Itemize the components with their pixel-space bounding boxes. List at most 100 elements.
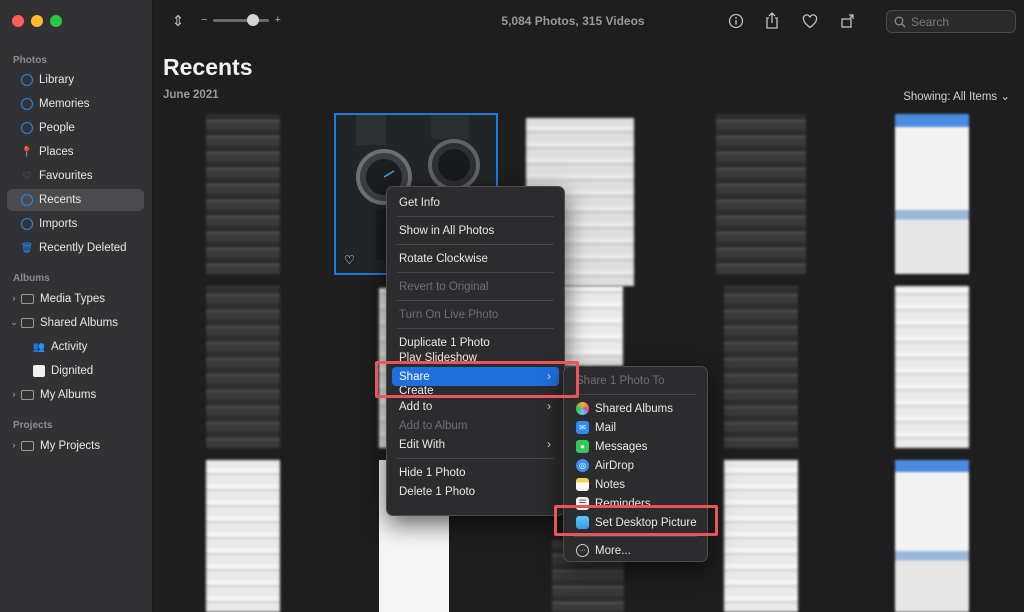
sidebar-item-recents[interactable]: Recents bbox=[7, 189, 144, 211]
sidebar-section-albums: Albums bbox=[13, 273, 50, 284]
menu-item-duplicate[interactable]: Duplicate 1 Photo bbox=[392, 333, 559, 352]
info-icon[interactable] bbox=[727, 12, 745, 30]
import-icon bbox=[21, 218, 33, 230]
context-menu: Get Info Show in All Photos Rotate Clock… bbox=[386, 186, 565, 516]
menu-separator bbox=[397, 300, 554, 301]
menu-item-label: Add to bbox=[399, 400, 433, 413]
photo-thumbnail[interactable] bbox=[716, 114, 806, 274]
photo-thumbnail[interactable] bbox=[563, 286, 623, 366]
sidebar-item-people[interactable]: People bbox=[7, 117, 144, 139]
share-icon[interactable] bbox=[763, 12, 781, 30]
sidebar-item-library[interactable]: Library bbox=[7, 69, 144, 91]
zoom-slider[interactable]: − + bbox=[201, 13, 281, 27]
share-item-label: More... bbox=[595, 544, 631, 557]
close-window-button[interactable] bbox=[12, 15, 24, 27]
share-submenu-header: Share 1 Photo To bbox=[576, 374, 665, 387]
menu-item-add-to[interactable]: Add to › bbox=[392, 397, 559, 416]
sidebar-item-label: Shared Albums bbox=[40, 317, 118, 329]
menu-item-delete[interactable]: Delete 1 Photo bbox=[392, 482, 559, 501]
sidebar-item-memories[interactable]: Memories bbox=[7, 93, 144, 115]
photo-thumbnail[interactable] bbox=[895, 286, 969, 448]
chevron-right-icon: › bbox=[547, 437, 551, 451]
menu-item-show-in-all-photos[interactable]: Show in All Photos bbox=[392, 221, 559, 240]
zoom-minus[interactable]: − bbox=[201, 14, 207, 26]
memories-icon bbox=[21, 98, 33, 110]
sidebar-item-shared-albums[interactable]: Shared Albums bbox=[7, 312, 144, 334]
share-item-notes[interactable]: Notes bbox=[569, 475, 702, 494]
chevron-right-icon: › bbox=[547, 399, 551, 413]
search-input[interactable]: Search bbox=[886, 10, 1016, 33]
share-item-messages[interactable]: ● Messages bbox=[569, 437, 702, 456]
menu-separator bbox=[397, 216, 554, 217]
share-item-label: Notes bbox=[595, 478, 626, 491]
sidebar-item-label: Activity bbox=[51, 341, 88, 353]
rotate-icon[interactable] bbox=[839, 12, 857, 30]
share-item-airdrop[interactable]: ◎ AirDrop bbox=[569, 456, 702, 475]
photos-icon bbox=[21, 74, 33, 86]
heart-icon: ♡ bbox=[22, 170, 32, 182]
shared-albums-icon bbox=[576, 402, 589, 415]
library-count: 5,084 Photos, 315 Videos bbox=[501, 14, 645, 28]
share-item-more[interactable]: ··· More... bbox=[569, 541, 702, 560]
zoom-plus[interactable]: + bbox=[275, 14, 281, 26]
clock-icon bbox=[21, 194, 33, 206]
menu-item-get-info[interactable]: Get Info bbox=[392, 193, 559, 212]
showing-filter[interactable]: Showing: All Items ⌄ bbox=[903, 89, 1010, 103]
toolbar: ⇕ − + 5,084 Photos, 315 Videos Search bbox=[153, 0, 1024, 44]
photo-thumbnail[interactable] bbox=[895, 460, 969, 612]
sidebar-item-label: Dignited bbox=[51, 365, 94, 377]
sidebar-item-label: Favourites bbox=[39, 170, 93, 182]
minimize-window-button[interactable] bbox=[31, 15, 43, 27]
fit-size-icon[interactable]: ⇕ bbox=[169, 12, 187, 30]
zoom-track[interactable] bbox=[213, 13, 269, 26]
page-title: Recents bbox=[163, 54, 253, 80]
mail-icon: ✉ bbox=[576, 421, 589, 434]
folder-icon bbox=[21, 294, 34, 304]
menu-separator bbox=[574, 394, 697, 395]
sidebar-item-imports[interactable]: Imports bbox=[7, 213, 144, 235]
chevron-down-icon: ⌄ bbox=[1000, 91, 1010, 103]
sidebar-item-dignited[interactable]: Dignited bbox=[7, 360, 144, 382]
sidebar-item-places[interactable]: 📍 Places bbox=[7, 141, 144, 163]
menu-item-hide[interactable]: Hide 1 Photo bbox=[392, 463, 559, 482]
sidebar-item-label: My Albums bbox=[40, 389, 97, 401]
menu-item-rotate-clockwise[interactable]: Rotate Clockwise bbox=[392, 249, 559, 268]
menu-item-label: Edit With bbox=[399, 438, 446, 451]
folder-icon bbox=[21, 318, 34, 328]
photo-thumbnail[interactable] bbox=[724, 460, 798, 612]
share-item-label: Messages bbox=[595, 440, 648, 453]
photo-thumbnail[interactable] bbox=[724, 286, 798, 448]
photo-thumbnail[interactable] bbox=[206, 460, 280, 612]
folder-icon bbox=[21, 441, 34, 451]
share-item-label: AirDrop bbox=[595, 459, 634, 472]
menu-item-add-to-album: Add to Album bbox=[399, 419, 468, 432]
heart-icon[interactable] bbox=[801, 12, 819, 30]
zoom-knob[interactable] bbox=[246, 13, 259, 26]
share-item-shared-albums[interactable]: Shared Albums bbox=[569, 399, 702, 418]
people-icon: 👥 bbox=[32, 341, 46, 353]
menu-item-edit-with[interactable]: Edit With › bbox=[392, 435, 559, 454]
sidebar-item-my-albums[interactable]: My Albums bbox=[7, 384, 144, 406]
highlight-box-share bbox=[375, 361, 579, 398]
sidebar-item-media-types[interactable]: Media Types bbox=[7, 288, 144, 310]
sidebar-item-activity[interactable]: 👥 Activity bbox=[7, 336, 144, 358]
menu-separator bbox=[397, 244, 554, 245]
sidebar-item-my-projects[interactable]: My Projects bbox=[7, 435, 144, 457]
airdrop-icon: ◎ bbox=[576, 459, 589, 472]
search-icon bbox=[894, 16, 906, 27]
more-icon: ··· bbox=[576, 544, 589, 557]
photo-thumbnail[interactable] bbox=[895, 114, 969, 274]
sidebar-item-label: Imports bbox=[39, 218, 78, 230]
menu-item-turn-on-live-photo: Turn On Live Photo bbox=[399, 308, 499, 321]
favourite-heart-icon[interactable]: ♡ bbox=[344, 253, 355, 267]
sidebar-item-favourites[interactable]: ♡ Favourites bbox=[7, 165, 144, 187]
folder-icon bbox=[21, 390, 34, 400]
share-item-mail[interactable]: ✉ Mail bbox=[569, 418, 702, 437]
sidebar-item-label: Recently Deleted bbox=[39, 242, 127, 254]
menu-separator bbox=[397, 458, 554, 459]
zoom-window-button[interactable] bbox=[50, 15, 62, 27]
sidebar-item-recently-deleted[interactable]: 🗑 Recently Deleted bbox=[7, 237, 144, 259]
photo-thumbnail[interactable] bbox=[206, 114, 280, 274]
photo-thumbnail[interactable] bbox=[206, 286, 280, 448]
sidebar-item-label: Library bbox=[39, 74, 75, 86]
